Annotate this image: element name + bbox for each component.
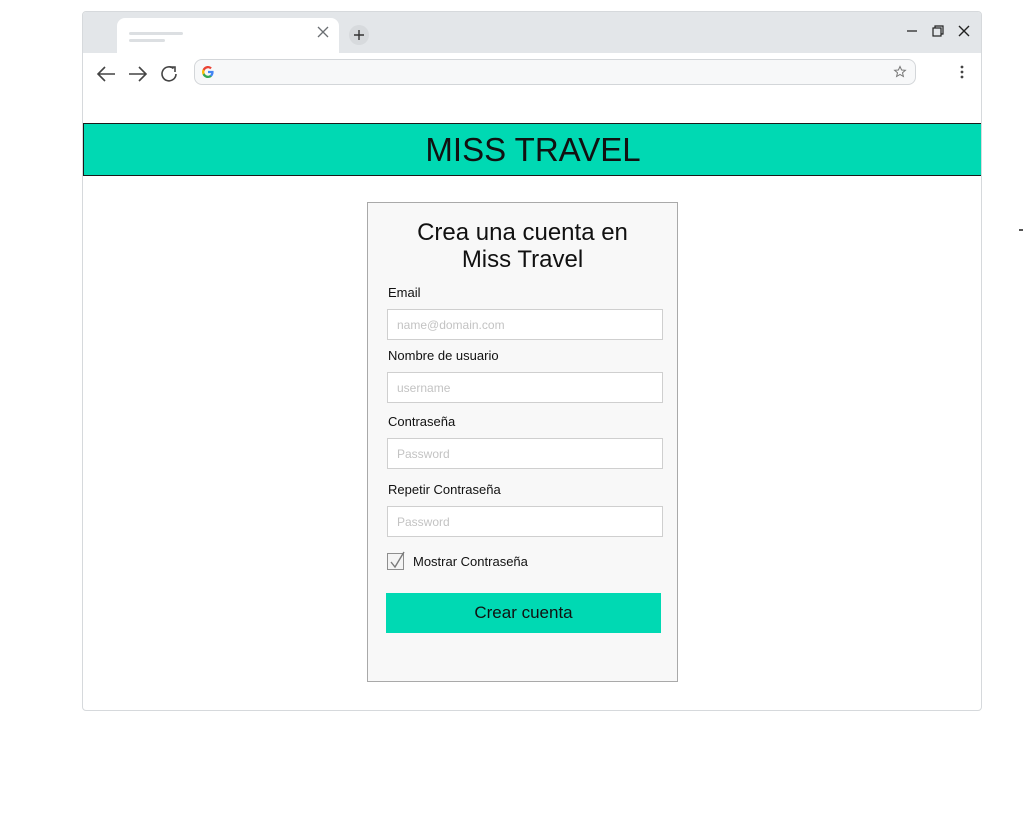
form-title: Crea una cuenta en Miss Travel xyxy=(368,219,677,273)
create-account-button[interactable]: Crear cuenta xyxy=(386,593,661,633)
arrow-right-icon[interactable] xyxy=(127,63,149,85)
repeat-password-label: Repetir Contraseña xyxy=(388,482,501,497)
checkmark-icon xyxy=(390,551,405,569)
plus-icon xyxy=(354,30,364,40)
arrow-left-icon[interactable] xyxy=(95,63,117,85)
address-bar[interactable] xyxy=(194,59,916,85)
username-label: Nombre de usuario xyxy=(388,348,499,363)
restore-icon[interactable] xyxy=(931,24,945,38)
tab-strip xyxy=(83,12,981,53)
cursor-fragment xyxy=(1019,229,1023,231)
close-icon[interactable] xyxy=(957,24,971,38)
show-password-label: Mostrar Contraseña xyxy=(413,554,528,569)
password-label: Contraseña xyxy=(388,414,456,429)
username-field[interactable] xyxy=(387,372,663,403)
email-field[interactable] xyxy=(387,309,663,340)
more-vert-icon[interactable] xyxy=(959,64,965,80)
password-field[interactable] xyxy=(387,438,663,469)
browser-window: MISS TRAVEL Crea una cuenta en Miss Trav… xyxy=(82,11,982,711)
browser-tab[interactable] xyxy=(117,18,339,53)
signup-card: Crea una cuenta en Miss Travel Email Nom… xyxy=(367,202,678,682)
repeat-password-field[interactable] xyxy=(387,506,663,537)
star-icon[interactable] xyxy=(893,65,907,79)
tab-title-placeholder xyxy=(129,39,165,42)
site-title: MISS TRAVEL xyxy=(425,130,641,168)
form-title-line: Crea una cuenta en xyxy=(417,219,628,246)
reload-icon[interactable] xyxy=(158,63,180,85)
form-title-line: Miss Travel xyxy=(461,246,584,273)
google-icon xyxy=(202,66,214,78)
new-tab-button[interactable] xyxy=(349,25,369,45)
close-icon[interactable] xyxy=(315,24,331,40)
minimize-icon[interactable] xyxy=(905,24,919,38)
browser-toolbar xyxy=(83,53,981,91)
tab-title-placeholder xyxy=(129,32,183,35)
show-password-checkbox[interactable] xyxy=(387,551,405,570)
email-label: Email xyxy=(388,285,421,300)
site-header: MISS TRAVEL xyxy=(83,123,981,176)
